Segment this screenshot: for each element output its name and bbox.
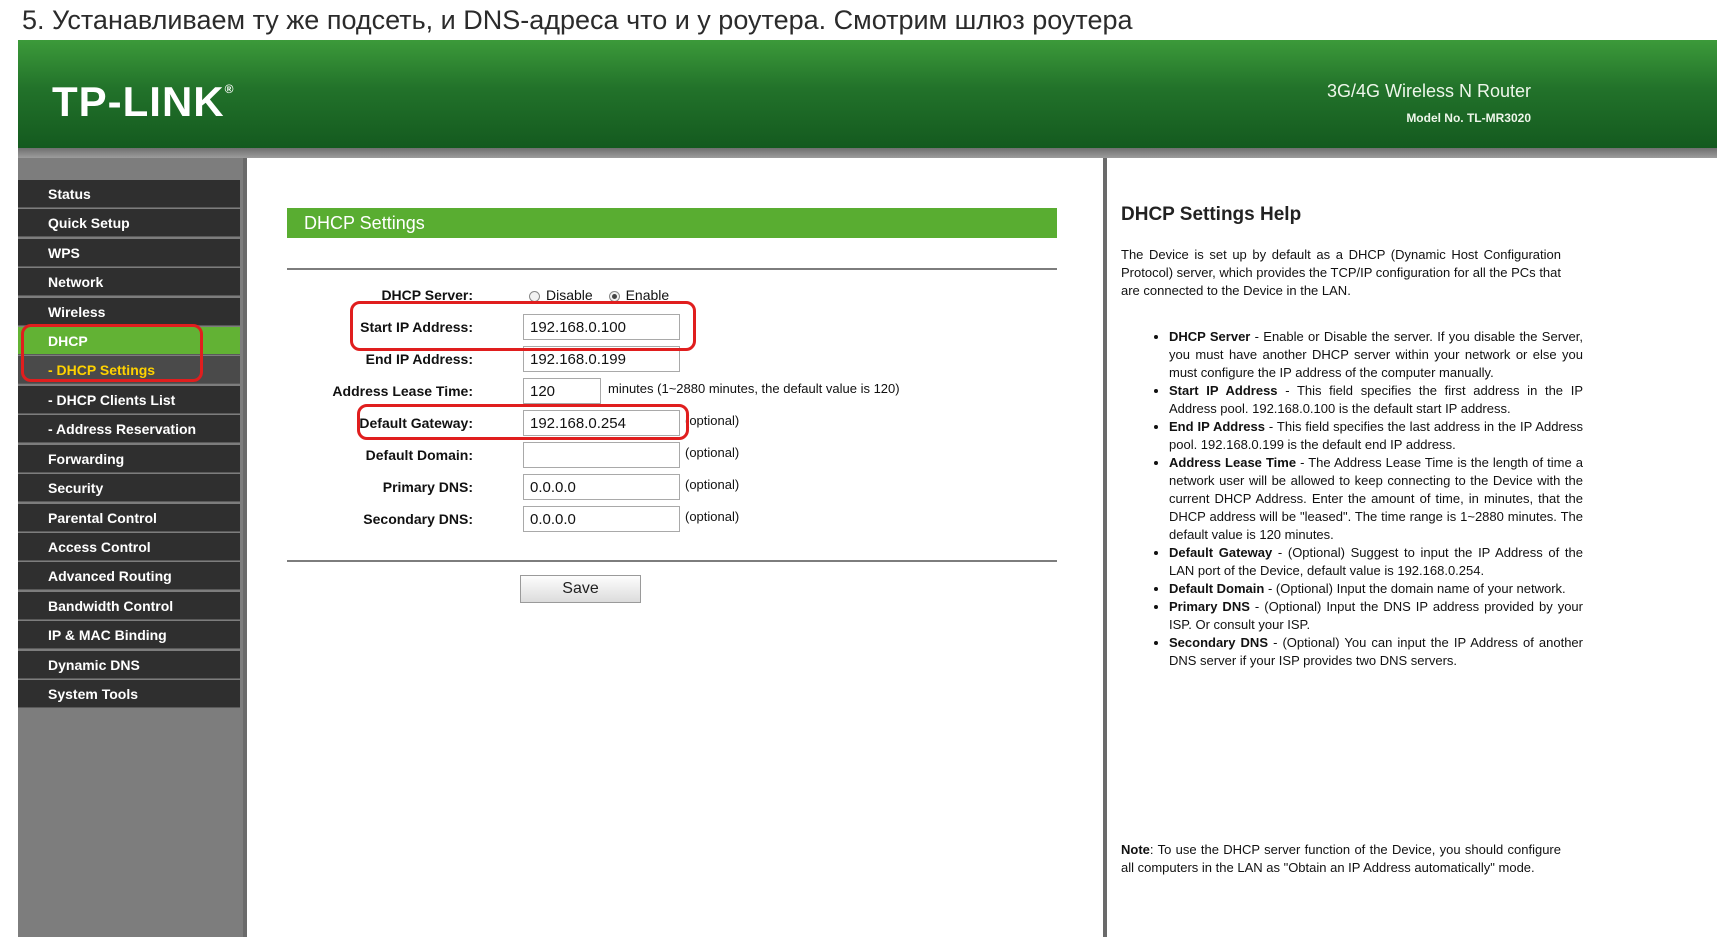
sidebar-item-dynamic-dns[interactable]: Dynamic DNS <box>18 651 240 679</box>
end-ip-input[interactable] <box>523 346 680 372</box>
sidebar-item-parental-control[interactable]: Parental Control <box>18 504 240 532</box>
secondary-dns-input[interactable] <box>523 506 680 532</box>
header-banner: TP-LINK® 3G/4G Wireless N Router Model N… <box>18 40 1717 148</box>
enable-radio[interactable]: Enable <box>608 287 669 303</box>
header-divider <box>18 148 1717 158</box>
primary-dns-input[interactable] <box>523 474 680 500</box>
lease-time-label: Address Lease Time: <box>332 383 473 399</box>
primary-dns-optional-hint: (optional) <box>685 477 740 492</box>
tp-link-logo: TP-LINK® <box>52 78 235 125</box>
help-item-default-domain: Default Domain - (Optional) Input the do… <box>1169 580 1583 598</box>
sidebar-item-dhcp-clients-list[interactable]: - DHCP Clients List <box>18 386 240 414</box>
start-ip-label: Start IP Address: <box>360 319 473 335</box>
dhcp-server-radio-group: Disable Enable <box>529 287 681 303</box>
primary-dns-label: Primary DNS: <box>382 479 473 495</box>
article-caption: 5. Устанавливаем ту же подсеть, и DNS-ад… <box>22 5 1133 35</box>
help-item-default-gateway: Default Gateway - (Optional) Suggest to … <box>1169 544 1583 580</box>
sidebar-item-address-reservation[interactable]: - Address Reservation <box>18 415 240 443</box>
help-item-start-ip: Start IP Address - This field specifies … <box>1169 382 1583 418</box>
router-admin-window: TP-LINK® 3G/4G Wireless N Router Model N… <box>18 40 1717 937</box>
disable-radio[interactable]: Disable <box>529 287 593 303</box>
help-item-dhcp-server: DHCP Server - Enable or Disable the serv… <box>1169 328 1583 382</box>
end-ip-label: End IP Address: <box>365 351 473 367</box>
sidebar-item-network[interactable]: Network <box>18 268 240 296</box>
disable-radio-circle <box>529 290 540 302</box>
sidebar-item-advanced-routing[interactable]: Advanced Routing <box>18 562 240 590</box>
sidebar-item-wireless[interactable]: Wireless <box>18 298 240 326</box>
dhcp-server-label: DHCP Server: <box>381 287 473 303</box>
help-item-secondary-dns: Secondary DNS - (Optional) You can input… <box>1169 634 1583 670</box>
secondary-dns-optional-hint: (optional) <box>685 509 740 524</box>
sidebar-item-quick-setup[interactable]: Quick Setup <box>18 209 240 237</box>
help-intro: The Device is set up by default as a DHC… <box>1121 247 1561 298</box>
default-gateway-input[interactable] <box>523 410 680 436</box>
default-domain-input[interactable] <box>523 442 680 468</box>
section-title: DHCP Settings <box>287 208 1057 238</box>
sidebar-item-ip-mac-binding[interactable]: IP & MAC Binding <box>18 621 240 649</box>
start-ip-input[interactable] <box>523 314 680 340</box>
sidebar-item-bandwidth-control[interactable]: Bandwidth Control <box>18 592 240 620</box>
bottom-divider <box>287 560 1057 562</box>
lease-time-input[interactable] <box>523 378 601 404</box>
sidebar-item-wps[interactable]: WPS <box>18 239 240 267</box>
sidebar-item-security[interactable]: Security <box>18 474 240 502</box>
domain-optional-hint: (optional) <box>685 445 740 460</box>
top-divider <box>287 268 1057 270</box>
lease-time-hint: minutes (1~2880 minutes, the default val… <box>608 381 900 396</box>
default-gateway-label: Default Gateway: <box>359 415 473 431</box>
sidebar-item-dhcp[interactable]: DHCP <box>18 327 240 355</box>
sidebar-item-system-tools[interactable]: System Tools <box>18 680 240 708</box>
help-panel: DHCP Settings Help The Device is set up … <box>1107 158 1717 937</box>
sidebar-item-forwarding[interactable]: Forwarding <box>18 445 240 473</box>
dhcp-settings-panel: DHCP Settings DHCP Server: Disable Enabl… <box>247 158 1103 937</box>
secondary-dns-label: Secondary DNS: <box>363 511 473 527</box>
help-note: Note: To use the DHCP server function of… <box>1121 842 1561 875</box>
help-item-lease-time: Address Lease Time - The Address Lease T… <box>1169 454 1583 544</box>
gateway-optional-hint: (optional) <box>685 413 740 428</box>
help-list: DHCP Server - Enable or Disable the serv… <box>1147 328 1583 670</box>
product-name: 3G/4G Wireless N Router <box>1326 81 1531 101</box>
sidebar-item-dhcp-settings[interactable]: - DHCP Settings <box>18 356 240 384</box>
help-title: DHCP Settings Help <box>1121 204 1302 225</box>
model-number: Model No. TL-MR3020 <box>1406 111 1531 125</box>
sidebar-item-status[interactable]: Status <box>18 180 240 208</box>
sidebar-menu: Status Quick Setup WPS Network Wireless … <box>18 158 243 937</box>
save-button[interactable]: Save <box>520 575 641 603</box>
sidebar-item-access-control[interactable]: Access Control <box>18 533 240 561</box>
default-domain-label: Default Domain: <box>365 447 473 463</box>
help-item-primary-dns: Primary DNS - (Optional) Input the DNS I… <box>1169 598 1583 634</box>
enable-radio-circle <box>608 290 620 302</box>
help-item-end-ip: End IP Address - This field specifies th… <box>1169 418 1583 454</box>
